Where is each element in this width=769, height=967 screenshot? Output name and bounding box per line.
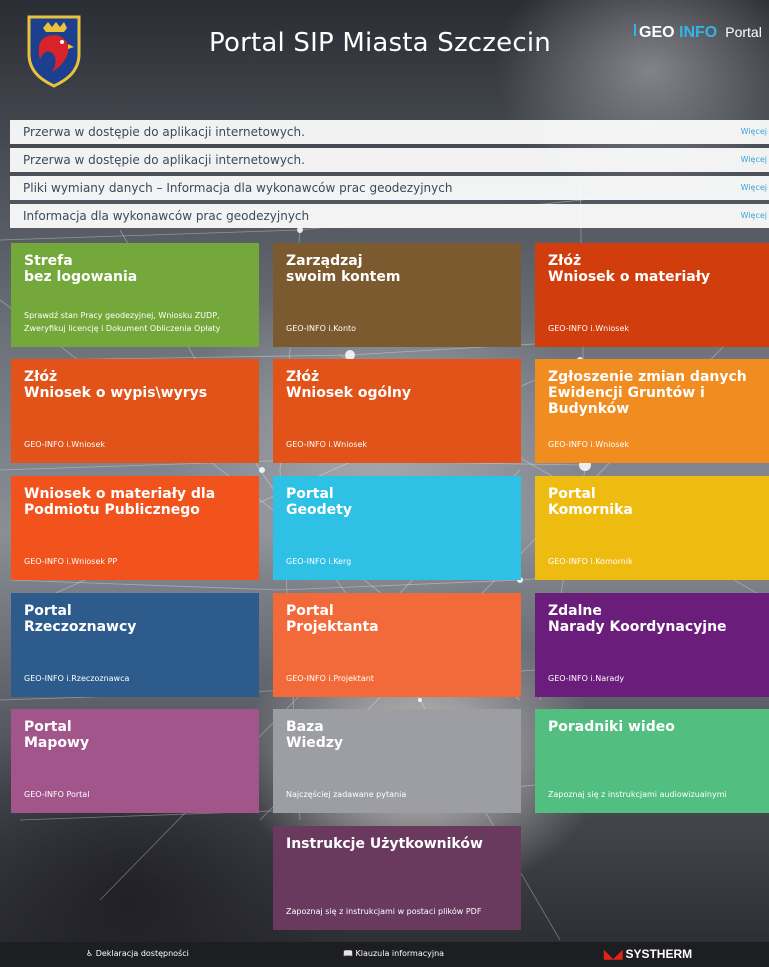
systherm-logo[interactable]: ◣◢ SYSTHERM [604, 947, 692, 961]
footer-clause-label: Klauzula informacyjna [355, 949, 445, 958]
systherm-mark-icon: ◣◢ [604, 947, 623, 961]
tile-title: Portal Projektanta [286, 603, 379, 635]
tile-instrukcje-uzytkownikow[interactable]: Instrukcje Użytkowników Zapoznaj się z i… [273, 826, 521, 930]
tile-wniosek-ogolny[interactable]: Złóż Wniosek ogólny GEO-INFO i.Wniosek [273, 359, 521, 463]
tile-wniosek-wypis-wyrys[interactable]: Złóż Wniosek o wypis\wyrys GEO-INFO i.Wni… [11, 359, 259, 463]
news-item[interactable]: Informacja dla wykonawców prac geodezyjn… [10, 204, 769, 228]
news-item[interactable]: Przerwa w dostępie do aplikacji internet… [10, 120, 769, 144]
tile-subtitle: GEO-INFO i.Kerg [286, 557, 352, 566]
wheelchair-icon: ♿ [86, 949, 94, 958]
tile-wniosek-podmiot-publiczny[interactable]: Wniosek o materiały dla Podmiotu Publiczn… [11, 476, 259, 580]
tile-subtitle: Najczęściej zadawane pytania [286, 790, 407, 799]
tile-title: Portal Rzeczoznawcy [24, 603, 137, 635]
news-more-link[interactable]: Więcej [741, 127, 767, 136]
tile-portal-rzeczoznawcy[interactable]: Portal Rzeczoznawcy GEO-INFO i.Rzeczoznaw… [11, 593, 259, 697]
tile-title: Portal Geodety [286, 486, 352, 518]
news-text[interactable]: Informacja dla wykonawców prac geodezyjn… [23, 209, 309, 223]
tile-subtitle: GEO-INFO i.Wniosek [24, 440, 106, 449]
tile-portal-projektanta[interactable]: Portal Projektanta GEO-INFO i.Projektant [273, 593, 521, 697]
tile-subtitle: GEO-INFO i.Wniosek [548, 440, 630, 449]
tile-subtitle: GEO-INFO i.Projektant [286, 674, 374, 683]
tile-wniosek-o-materialy[interactable]: Złóż Wniosek o materiały GEO-INFO i.Wnios… [535, 243, 769, 347]
footer-accessibility-label: Deklaracja dostępności [95, 949, 189, 958]
tile-title: Strefa bez logowania [24, 253, 138, 285]
tile-subtitle: Zapoznaj się z instrukcjami w postaci pl… [286, 907, 482, 916]
tile-title: Portal Mapowy [24, 719, 90, 751]
footer-accessibility-link[interactable]: ♿ Deklaracja dostępności [86, 949, 189, 958]
tile-subtitle: GEO-INFO Portal [24, 790, 90, 799]
news-more-link[interactable]: Więcej [741, 155, 767, 164]
logo-portal: Portal [725, 24, 762, 40]
tile-subtitle: GEO-INFO i.Rzeczoznawca [24, 674, 130, 683]
tile-title: Instrukcje Użytkowników [286, 836, 483, 852]
news-item[interactable]: Przerwa w dostępie do aplikacji internet… [10, 148, 769, 172]
news-more-link[interactable]: Więcej [741, 183, 767, 192]
footer: ♿ Deklaracja dostępności 📖 Klauzula info… [0, 942, 769, 967]
tile-baza-wiedzy[interactable]: Baza Wiedzy Najczęściej zadawane pytania [273, 709, 521, 813]
tile-subtitle: Zapoznaj się z instrukcjami audiowizualn… [548, 790, 727, 799]
tile-zgloszenie-zmian-egib[interactable]: Zgłoszenie zmian danych Ewidencji Gruntów… [535, 359, 769, 463]
tile-title: Złóż Wniosek o wypis\wyrys [24, 369, 208, 401]
logo-info: INFO [679, 24, 718, 41]
tile-title: Złóż Wniosek ogólny [286, 369, 411, 401]
geoinfo-logo[interactable]: GEO INFO Portal [634, 24, 762, 42]
tile-title: Baza Wiedzy [286, 719, 344, 751]
tile-portal-geodety[interactable]: Portal Geodety GEO-INFO i.Kerg [273, 476, 521, 580]
book-icon: 📖 [343, 949, 353, 958]
tile-title: Poradniki wideo [548, 719, 675, 735]
news-more-link[interactable]: Więcej [741, 211, 767, 220]
tile-zdalne-narady[interactable]: Zdalne Narady Koordynacyjne GEO-INFO i.Na… [535, 593, 769, 697]
tile-title: Zgłoszenie zmian danych Ewidencji Gruntów… [548, 369, 747, 417]
tile-title: Wniosek o materiały dla Podmiotu Publiczn… [24, 486, 216, 518]
tile-title: Złóż Wniosek o materiały [548, 253, 711, 285]
tile-strefa-bez-logowania[interactable]: Strefa bez logowania Sprawdź stan Pracy g… [11, 243, 259, 347]
news-item[interactable]: Pliki wymiany danych – Informacja dla wy… [10, 176, 769, 200]
tile-subtitle: GEO-INFO i.Wniosek [286, 440, 368, 449]
news-text[interactable]: Przerwa w dostępie do aplikacji internet… [23, 153, 305, 167]
news-text[interactable]: Pliki wymiany danych – Informacja dla wy… [23, 181, 452, 195]
tile-subtitle: GEO-INFO i.Komornik [548, 557, 633, 566]
tile-subtitle: GEO-INFO i.Narady [548, 674, 625, 683]
tile-portal-mapowy[interactable]: Portal Mapowy GEO-INFO Portal [11, 709, 259, 813]
tile-subtitle: GEO-INFO i.Konto [286, 324, 357, 333]
tile-zarzadzaj-kontem[interactable]: Zarządzaj swoim kontem GEO-INFO i.Konto [273, 243, 521, 347]
logo-geo: GEO [639, 24, 675, 41]
tile-portal-komornika[interactable]: Portal Komornika GEO-INFO i.Komornik [535, 476, 769, 580]
footer-clause-link[interactable]: 📖 Klauzula informacyjna [343, 949, 444, 958]
header: Portal SIP Miasta Szczecin GEO INFO Porta… [10, 10, 769, 114]
tile-subtitle: GEO-INFO i.Wniosek [548, 324, 630, 333]
tile-title: Zdalne Narady Koordynacyjne [548, 603, 727, 635]
tile-subtitle: Sprawdź stan Pracy geodezyjnej, Wniosku … [24, 311, 221, 333]
news-text[interactable]: Przerwa w dostępie do aplikacji internet… [23, 125, 305, 139]
systherm-label: SYSTHERM [625, 947, 693, 961]
tile-title: Zarządzaj swoim kontem [286, 253, 401, 285]
tile-title: Portal Komornika [548, 486, 633, 518]
tile-poradniki-wideo[interactable]: Poradniki wideo Zapoznaj się z instrukcj… [535, 709, 769, 813]
logo-bar-icon [634, 24, 636, 36]
tile-subtitle: GEO-INFO i.Wniosek PP [24, 557, 118, 566]
